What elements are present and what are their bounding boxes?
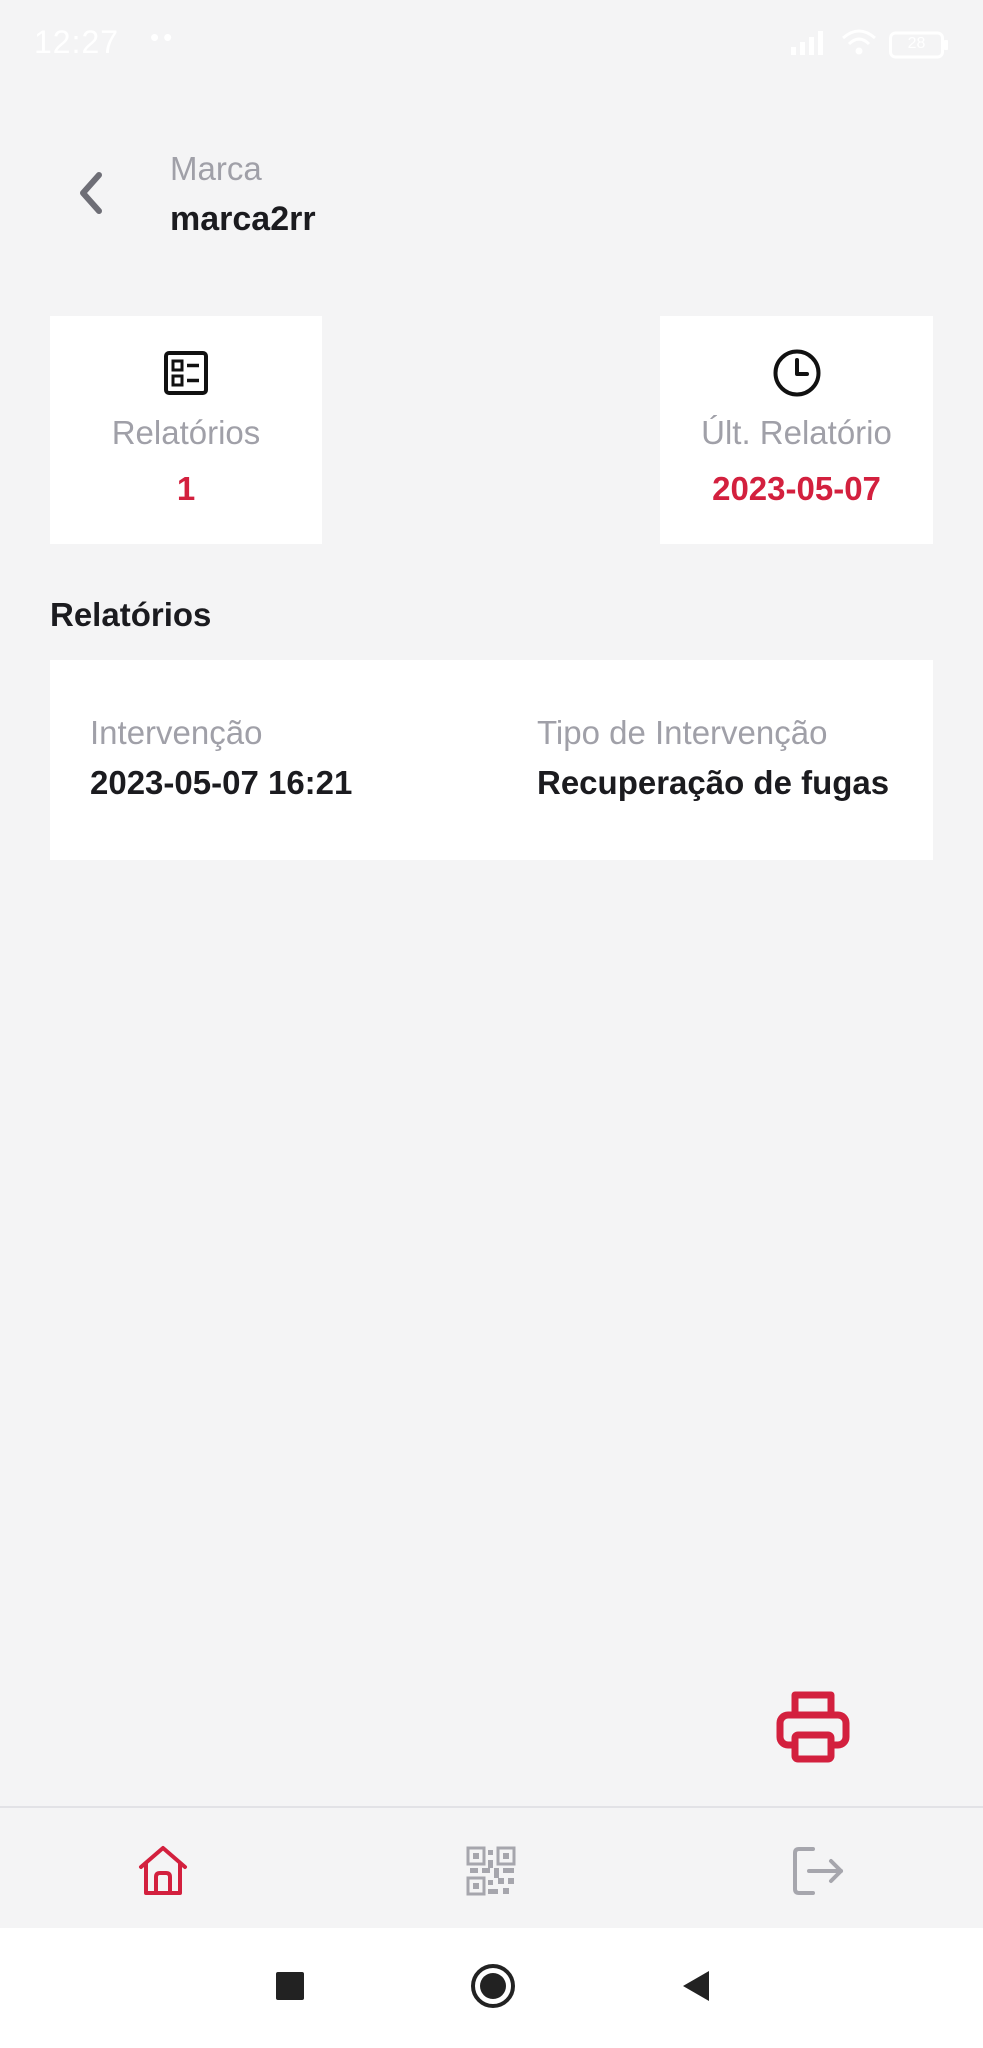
intervention-label: Intervenção — [90, 714, 263, 751]
header-brand-name: marca2rr — [170, 200, 316, 238]
recent-apps-button[interactable] — [258, 1956, 322, 2020]
battery-level: 28 — [907, 34, 926, 52]
reports-count-label: Relatórios — [111, 414, 261, 451]
chevron-left-icon — [75, 171, 105, 220]
reports-count-card: Relatórios 1 — [50, 316, 322, 544]
last-report-value: 2023-05-07 — [712, 470, 881, 507]
home-icon — [135, 1843, 191, 1904]
intervention-type-value: Recuperação de fugas — [537, 764, 890, 801]
nav-home-button[interactable] — [128, 1838, 198, 1908]
clock-icon — [772, 348, 822, 398]
back-button[interactable] — [60, 162, 120, 228]
system-navigation-bar — [0, 1928, 983, 2048]
intervention-type-label: Tipo de Intervenção — [537, 714, 828, 751]
report-list-item[interactable]: Intervenção 2023-05-07 16:21 Tipo de Int… — [50, 660, 933, 860]
intervention-value: 2023-05-07 16:21 — [90, 764, 353, 801]
system-home-button[interactable] — [461, 1956, 525, 2020]
intervention-type-column: Tipo de Intervenção Recuperação de fugas — [537, 714, 889, 802]
square-icon — [274, 1970, 306, 2007]
nav-qr-button[interactable] — [456, 1838, 526, 1908]
logout-icon — [791, 1843, 847, 1904]
printer-icon — [775, 1689, 851, 1770]
battery-icon: 28 — [889, 31, 949, 59]
status-time: 12:27 — [34, 24, 120, 60]
reports-section-title: Relatórios — [50, 596, 212, 633]
triangle-back-icon — [679, 1968, 713, 2009]
report-list-icon — [163, 348, 209, 398]
last-report-card: Últ. Relatório 2023-05-07 — [660, 316, 933, 544]
qr-code-icon — [466, 1846, 516, 1901]
header-label: Marca — [170, 150, 262, 187]
wifi-icon — [841, 28, 877, 61]
nav-logout-button[interactable] — [784, 1838, 854, 1908]
print-button[interactable] — [770, 1686, 856, 1772]
signal-icon — [789, 29, 829, 60]
notification-dots: •• — [150, 22, 177, 52]
reports-count-value: 1 — [176, 470, 196, 507]
circle-icon — [469, 1962, 517, 2015]
intervention-column: Intervenção 2023-05-07 16:21 — [90, 714, 352, 802]
last-report-label: Últ. Relatório — [701, 414, 892, 451]
status-indicators: 28 — [789, 28, 949, 61]
system-back-button[interactable] — [664, 1956, 728, 2020]
bottom-navigation — [0, 1806, 983, 1930]
